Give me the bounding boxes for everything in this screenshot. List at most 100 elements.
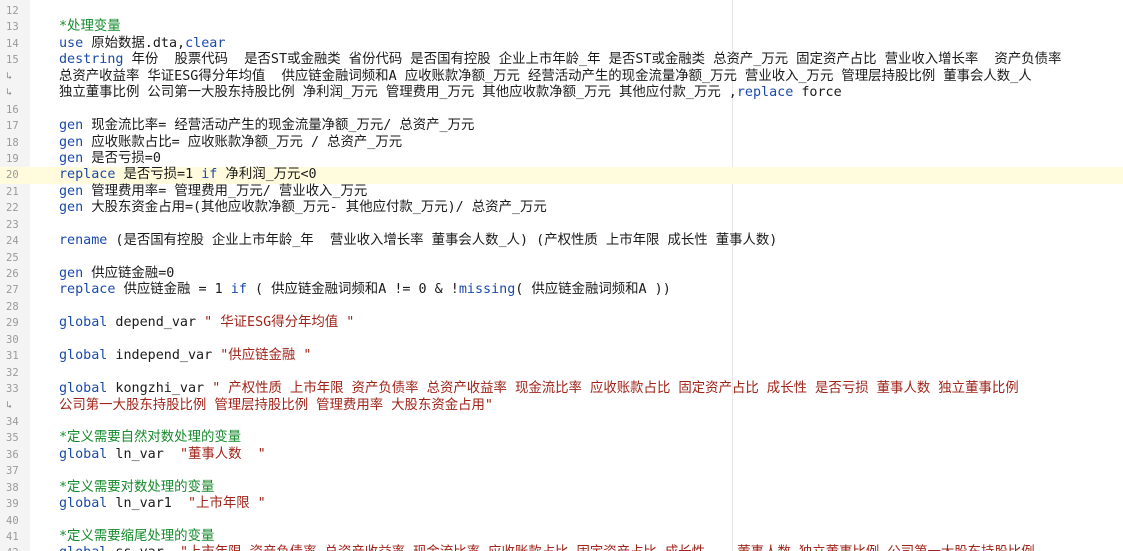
wrapped-code-line[interactable]: ↳ 公司第一大股东持股比例 管理层持股比例 管理费用率 大股东资金占用" — [0, 398, 1123, 414]
code-line[interactable]: 21 gen 管理费用率= 管理费用_万元/ 营业收入_万元 — [0, 184, 1123, 200]
code-token: 总资产收益率 华证ESG得分年均值 供应链金融词频和A 应收账款净额_万元 经营… — [59, 68, 1032, 84]
line-number: 33 — [6, 383, 19, 396]
code-line[interactable]: 41 *定义需要缩尾处理的变量 — [0, 529, 1123, 545]
code-line[interactable]: 16 — [0, 102, 1123, 118]
code-text: rename (是否国有控股 企业上市年龄_年 营业收入增长率 董事会人数_人)… — [59, 233, 777, 249]
keyword-token: gen — [59, 118, 84, 134]
code-text: destring 年份 股票代码 是否ST或金融类 省份代码 是否国有控股 企业… — [59, 52, 1061, 68]
keyword-token: global — [59, 446, 108, 462]
line-number: 29 — [6, 317, 19, 330]
wrapped-code-line[interactable]: ↳ 独立董事比例 公司第一大股东持股比例 净利润_万元 管理费用_万元 其他应收款… — [0, 85, 1123, 101]
code-line[interactable]: 33 global kongzhi_var " 产权性质 上市年限 资产负债率 总… — [0, 381, 1123, 397]
code-line[interactable]: 13 *处理变量 — [0, 19, 1123, 35]
wrapped-code-line[interactable]: ↳ 总资产收益率 华证ESG得分年均值 供应链金融词频和A 应收账款净额_万元 经… — [0, 69, 1123, 85]
line-number: 20 — [6, 169, 19, 182]
line-number: 14 — [6, 37, 19, 50]
code-line[interactable]: 26 gen 供应链金融=0 — [0, 266, 1123, 282]
code-token: independ_var — [107, 348, 221, 364]
line-number: 26 — [6, 268, 19, 280]
code-token: 独立董事比例 公司第一大股东持股比例 净利润_万元 管理费用_万元 其他应收款净… — [59, 85, 737, 101]
line-number: 39 — [6, 498, 19, 511]
line-number: 19 — [6, 152, 19, 165]
code-line[interactable]: 28 — [0, 299, 1123, 315]
code-text: 总资产收益率 华证ESG得分年均值 供应链金融词频和A 应收账款净额_万元 经营… — [59, 69, 1032, 85]
keyword-token: global — [59, 381, 108, 397]
string-token: 公司第一大股东持股比例 管理层持股比例 管理费用率 大股东资金占用" — [59, 397, 493, 413]
keyword-token: global — [59, 315, 108, 331]
code-line[interactable]: 22 gen 大股东资金占用=(其他应收款净额_万元- 其他应付款_万元)/ 总资… — [0, 200, 1123, 216]
keyword-token: replace — [59, 282, 116, 298]
code-text: global ln_var1 "上市年限 " — [59, 496, 266, 512]
code-text: global depend_var " 华证ESG得分年均值 " — [59, 315, 354, 331]
code-line[interactable]: 20 replace 是否亏损=1 if 净利润_万元<0 — [0, 167, 1123, 184]
keyword-token: gen — [59, 150, 84, 166]
code-line[interactable]: 18 gen 应收账款占比= 应收账款净额_万元 / 总资产_万元 — [0, 135, 1123, 151]
code-line[interactable]: 32 — [0, 365, 1123, 381]
code-line[interactable]: 27 replace 供应链金融 = 1 if ( 供应链金融词频和A != 0 … — [0, 282, 1123, 298]
code-token: 现金流比率= 经营活动产生的现金流量净额_万元/ 总资产_万元 — [83, 118, 475, 134]
code-text: *定义需要对数处理的变量 — [59, 480, 214, 496]
string-token: "上市年限 " — [188, 496, 266, 512]
line-number: 30 — [6, 333, 19, 346]
line-number: 32 — [6, 366, 19, 379]
code-line[interactable]: 24 rename (是否国有控股 企业上市年龄_年 营业收入增长率 董事会人数_… — [0, 233, 1123, 249]
code-token: ln_var1 — [107, 496, 188, 512]
keyword-token: global — [59, 496, 108, 512]
string-token: " 产权性质 上市年限 资产负债率 总资产收益率 现金流比率 应收账款占比 固定… — [212, 381, 1019, 397]
comment-token: *处理变量 — [59, 19, 121, 35]
code-line[interactable]: 39 global ln_var1 "上市年限 " — [0, 496, 1123, 512]
code-line[interactable]: 37 — [0, 463, 1123, 479]
code-line[interactable]: 19 gen 是否亏损=0 — [0, 151, 1123, 167]
code-token: (是否国有控股 企业上市年龄_年 营业收入增长率 董事会人数_人) (产权性质 … — [107, 233, 778, 249]
code-text: global ln_var "董事人数 " — [59, 447, 266, 463]
code-editor[interactable]: 12 13 *处理变量 14 use 原始数据.dta,clear 15 destring … — [0, 0, 1123, 551]
keyword-token: rename — [59, 233, 108, 249]
keyword-token: if — [201, 167, 218, 183]
code-token: ( 供应链金融词频和A != 0 & ! — [246, 282, 459, 298]
code-line[interactable]: 34 — [0, 414, 1123, 430]
code-text: gen 大股东资金占用=(其他应收款净额_万元- 其他应付款_万元)/ 总资产_… — [59, 200, 547, 216]
code-line[interactable]: 17 gen 现金流比率= 经营活动产生的现金流量净额_万元/ 总资产_万元 — [0, 118, 1123, 134]
code-line[interactable]: 38 *定义需要对数处理的变量 — [0, 480, 1123, 496]
line-wrap-icon: ↳ — [6, 87, 13, 99]
keyword-token: global — [59, 545, 107, 551]
code-line[interactable]: 14 use 原始数据.dta,clear — [0, 36, 1123, 52]
code-token: 供应链金融=0 — [83, 266, 175, 281]
code-line[interactable]: 23 — [0, 217, 1123, 233]
code-text: *处理变量 — [59, 19, 121, 35]
keyword-token: if — [230, 282, 247, 298]
code-text: gen 管理费用率= 管理费用_万元/ 营业收入_万元 — [59, 184, 367, 200]
code-token: ln_var — [107, 446, 180, 462]
code-token: 供应链金融 = 1 — [115, 282, 231, 298]
code-line[interactable]: 31 global independ_var "供应链金融 " — [0, 348, 1123, 364]
line-number: 25 — [6, 251, 19, 264]
code-text: global kongzhi_var " 产权性质 上市年限 资产负债率 总资产… — [59, 381, 1019, 397]
code-line[interactable]: 35 *定义需要自然对数处理的变量 — [0, 430, 1123, 446]
code-text: gen 应收账款占比= 应收账款净额_万元 / 总资产_万元 — [59, 135, 402, 151]
code-line[interactable]: 29 global depend_var " 华证ESG得分年均值 " — [0, 315, 1123, 331]
code-text: 独立董事比例 公司第一大股东持股比例 净利润_万元 管理费用_万元 其他应收款净… — [59, 85, 842, 101]
code-token: 管理费用率= 管理费用_万元/ 营业收入_万元 — [83, 183, 368, 199]
string-token: "供应链金融 " — [220, 348, 312, 364]
keyword-token: destring — [59, 52, 124, 68]
code-line[interactable]: 15 destring 年份 股票代码 是否ST或金融类 省份代码 是否国有控股 … — [0, 52, 1123, 68]
code-line[interactable]: 25 — [0, 250, 1123, 266]
code-lines[interactable]: 12 13 *处理变量 14 use 原始数据.dta,clear 15 destring … — [0, 3, 1123, 551]
keyword-token: clear — [185, 35, 226, 51]
keyword-token: gen — [59, 266, 84, 281]
code-line[interactable]: 12 — [0, 3, 1123, 19]
line-number: 24 — [6, 235, 19, 248]
code-token: 是否亏损=1 — [115, 167, 202, 183]
line-number: 42 — [0, 545, 30, 551]
code-line[interactable]: 36 global ln_var "董事人数 " — [0, 447, 1123, 463]
line-number: 22 — [6, 202, 19, 215]
code-line[interactable]: 30 — [0, 332, 1123, 348]
line-number: 37 — [6, 465, 19, 478]
line-number: 18 — [6, 136, 19, 149]
line-number: 41 — [6, 531, 19, 543]
code-token: 年份 股票代码 是否ST或金融类 省份代码 是否国有控股 企业上市年龄_年 是否… — [123, 52, 1062, 68]
code-line[interactable]: 42 global ss_var "上市年限 资产负债率 总资产收益率 现金流比率… — [0, 545, 1123, 551]
code-line[interactable]: 40 — [0, 513, 1123, 529]
code-text: replace 供应链金融 = 1 if ( 供应链金融词频和A != 0 & … — [59, 282, 671, 298]
code-text: use 原始数据.dta,clear — [59, 36, 225, 52]
